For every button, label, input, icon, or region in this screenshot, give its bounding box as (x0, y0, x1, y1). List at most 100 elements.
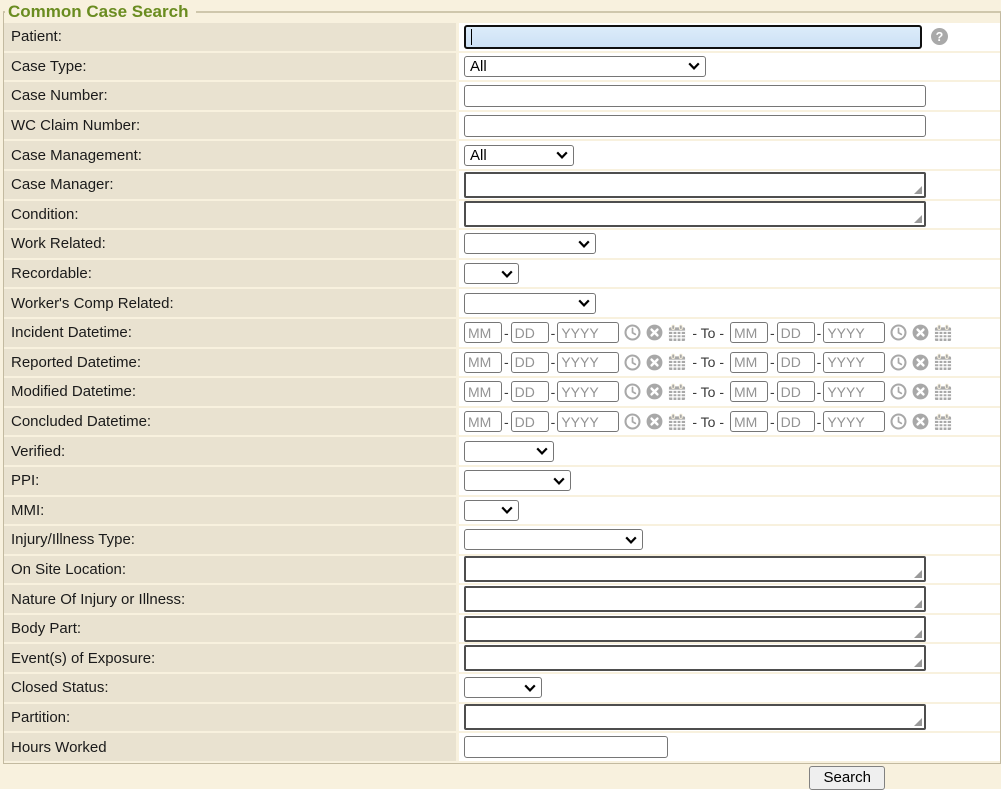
row-body-part (459, 615, 1000, 643)
row-events-of-exposure (459, 644, 1000, 672)
month-input[interactable] (464, 322, 502, 343)
chevron-down-icon (501, 270, 513, 278)
label-incident-datetime: Incident Datetime: (4, 319, 456, 347)
year-input[interactable] (557, 322, 619, 343)
patient-input[interactable] (464, 25, 922, 49)
year-input[interactable] (823, 411, 885, 432)
clear-icon[interactable] (646, 354, 663, 371)
clock-icon[interactable] (624, 383, 641, 400)
label-case-type: Case Type: (4, 53, 456, 81)
clear-icon[interactable] (912, 413, 929, 430)
calendar-icon[interactable] (934, 324, 952, 342)
month-input[interactable] (730, 352, 768, 373)
injury-illness-type-select[interactable] (464, 529, 643, 550)
label-wc-claim-number: WC Claim Number: (4, 112, 456, 140)
calendar-icon[interactable] (668, 353, 686, 371)
chevron-down-icon (556, 151, 568, 159)
date-separator: - (817, 325, 822, 341)
date-from-group: - - (464, 381, 686, 402)
workers-comp-related-select[interactable] (464, 293, 596, 314)
year-input[interactable] (823, 352, 885, 373)
body-part-textarea[interactable] (464, 616, 926, 642)
label-work-related: Work Related: (4, 230, 456, 258)
day-input[interactable] (777, 322, 815, 343)
month-input[interactable] (730, 411, 768, 432)
label-case-manager: Case Manager: (4, 171, 456, 199)
row-case-type: All (459, 53, 1000, 81)
date-from-group: - - (464, 322, 686, 343)
day-input[interactable] (511, 381, 549, 402)
condition-textarea[interactable] (464, 201, 926, 227)
work-related-select[interactable] (464, 233, 596, 254)
clock-icon[interactable] (890, 324, 907, 341)
events-of-exposure-textarea[interactable] (464, 645, 926, 671)
year-input[interactable] (823, 381, 885, 402)
on-site-location-textarea[interactable] (464, 556, 926, 582)
date-separator: - (551, 354, 556, 370)
clear-icon[interactable] (646, 413, 663, 430)
clear-icon[interactable] (646, 324, 663, 341)
date-to-group: - - (730, 322, 952, 343)
label-injury-illness-type: Injury/Illness Type: (4, 526, 456, 554)
verified-select[interactable] (464, 441, 554, 462)
clear-icon[interactable] (646, 383, 663, 400)
chevron-down-icon (536, 447, 548, 455)
label-ppi: PPI: (4, 467, 456, 495)
recordable-select[interactable] (464, 263, 519, 284)
clear-icon[interactable] (912, 354, 929, 371)
clock-icon[interactable] (624, 354, 641, 371)
year-input[interactable] (557, 411, 619, 432)
clock-icon[interactable] (890, 354, 907, 371)
row-patient: ? (459, 23, 1000, 51)
case-number-input[interactable] (464, 85, 926, 107)
calendar-icon[interactable] (668, 383, 686, 401)
ppi-select[interactable] (464, 470, 571, 491)
day-input[interactable] (777, 411, 815, 432)
nature-of-injury-textarea[interactable] (464, 586, 926, 612)
day-input[interactable] (777, 381, 815, 402)
day-input[interactable] (511, 411, 549, 432)
day-input[interactable] (511, 352, 549, 373)
calendar-icon[interactable] (934, 353, 952, 371)
partition-textarea[interactable] (464, 704, 926, 730)
clear-icon[interactable] (912, 383, 929, 400)
clock-icon[interactable] (890, 413, 907, 430)
clock-icon[interactable] (890, 383, 907, 400)
clock-icon[interactable] (624, 324, 641, 341)
help-icon[interactable]: ? (931, 28, 948, 45)
chevron-down-icon (625, 536, 637, 544)
month-input[interactable] (464, 381, 502, 402)
clock-icon[interactable] (624, 413, 641, 430)
hours-worked-input[interactable] (464, 736, 668, 758)
clear-icon[interactable] (912, 324, 929, 341)
wc-claim-number-input[interactable] (464, 115, 926, 137)
case-type-select[interactable]: All (464, 56, 706, 77)
label-mmi: MMI: (4, 497, 456, 525)
chevron-down-icon (688, 62, 700, 70)
label-verified: Verified: (4, 437, 456, 465)
month-input[interactable] (730, 322, 768, 343)
month-input[interactable] (464, 352, 502, 373)
calendar-icon[interactable] (668, 413, 686, 431)
calendar-icon[interactable] (934, 383, 952, 401)
calendar-icon[interactable] (668, 324, 686, 342)
calendar-icon[interactable] (934, 413, 952, 431)
day-input[interactable] (511, 322, 549, 343)
month-input[interactable] (464, 411, 502, 432)
year-input[interactable] (557, 352, 619, 373)
date-separator: - (770, 354, 775, 370)
year-input[interactable] (557, 381, 619, 402)
case-manager-textarea[interactable] (464, 172, 926, 198)
closed-status-select[interactable] (464, 677, 542, 698)
mmi-select[interactable] (464, 500, 519, 521)
month-input[interactable] (730, 381, 768, 402)
label-patient: Patient: (4, 23, 456, 51)
year-input[interactable] (823, 322, 885, 343)
day-input[interactable] (777, 352, 815, 373)
to-label: - To - (692, 354, 724, 370)
search-button[interactable]: Search (809, 766, 885, 790)
date-separator: - (551, 384, 556, 400)
case-management-select[interactable]: All (464, 145, 574, 166)
row-injury-illness-type (459, 526, 1000, 554)
date-from-group: - - (464, 411, 686, 432)
